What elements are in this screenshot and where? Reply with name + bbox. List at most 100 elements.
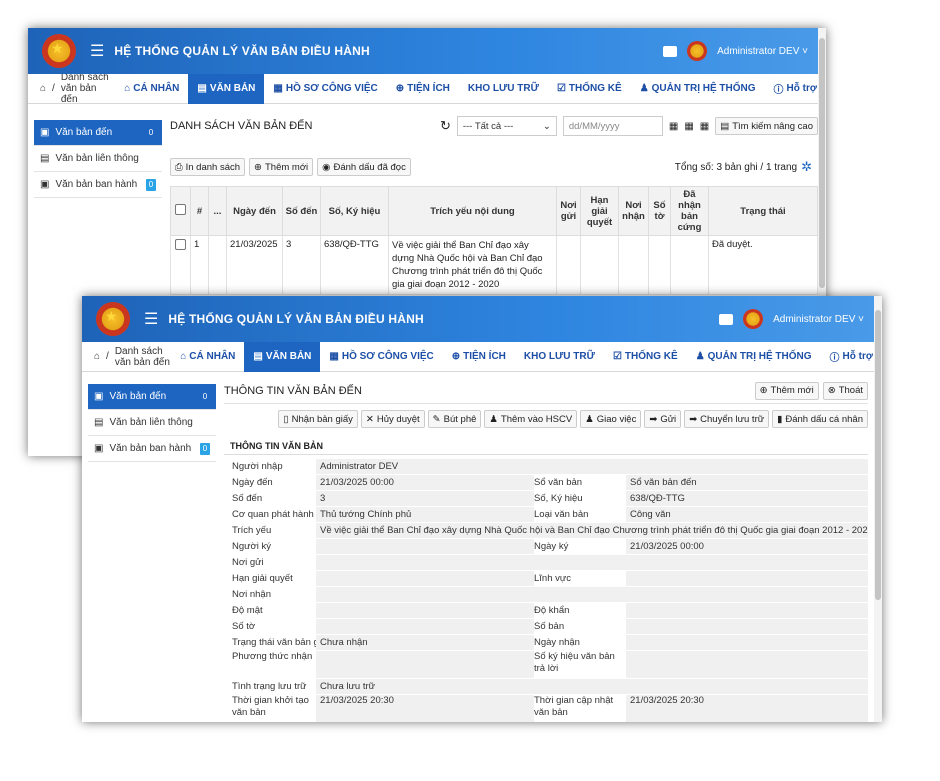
status-filter-select[interactable]: --- Tất cả --- ⌄ (456, 116, 557, 136)
badge-count: 0 (146, 179, 156, 191)
home-icon[interactable]: ⌂ (94, 351, 100, 362)
user-menu[interactable]: Administrator DEV ˅ (717, 46, 808, 57)
user-menu[interactable]: Administrator DEV ˅ (773, 314, 864, 325)
nav-ho-so-cong-viec[interactable]: ▦ HỒ SƠ CÔNG VIỆC (264, 74, 386, 104)
add-new-button[interactable]: ⊕ Thêm mới (249, 158, 314, 176)
row-trich-yeu[interactable]: Về việc giải thể Ban Chỉ đạo xây dựng Nh… (388, 235, 557, 295)
sidebar-item-van-ban-lien-thong[interactable]: ▤ Văn bản liên thông (88, 410, 216, 436)
table-row[interactable]: 1 21/03/2025 3 638/QĐ-TTG Về việc giải t… (170, 235, 818, 295)
col-trich-yeu[interactable]: Trích yếu nội dung (388, 186, 557, 236)
calendar-icon-2[interactable]: ▦ (684, 121, 693, 132)
nav-van-ban[interactable]: ▤ VĂN BẢN (244, 341, 321, 372)
field-value (316, 619, 534, 635)
home-icon[interactable]: ⌂ (40, 83, 46, 94)
info-row: Ngày đến 21/03/2025 00:00 Sổ văn bản Sổ văn… (224, 475, 868, 491)
nav-kho-luu-tru[interactable]: KHO LƯU TRỮ (459, 74, 548, 104)
nav-ca-nhan[interactable]: ⌂ CÁ NHÂN (171, 342, 244, 372)
field-label: Ngày nhận (534, 637, 580, 648)
move-archive-button[interactable]: ➡ Chuyển lưu trữ (684, 410, 770, 428)
nav-thong-ke[interactable]: ☑ THỐNG KÊ (548, 74, 631, 104)
row-status: Đã duyệt. (708, 235, 818, 295)
col-da-nhan-ban-cung[interactable]: Đã nhận bản cứng (670, 186, 709, 236)
col-ngay-den[interactable]: Ngày đến (226, 186, 283, 236)
receive-paper-button[interactable]: ▯ Nhận bản giấy (278, 410, 358, 428)
field-label: Hạn giải quyết (232, 573, 293, 584)
field-value (316, 603, 534, 619)
add-new-button[interactable]: ⊕ Thêm mới (754, 381, 819, 400)
avatar[interactable] (743, 309, 764, 329)
col-so-den[interactable]: Số đến (282, 186, 321, 236)
field-label: Ngày ký (534, 541, 569, 552)
date-input[interactable]: dd/MM/yyyy (562, 116, 663, 136)
assign-task-button[interactable]: ♟ Giao việc (580, 410, 642, 428)
document-icon: ▯ (283, 413, 289, 425)
calendar-icon-3[interactable]: ▦ (700, 121, 709, 132)
send-button[interactable]: ➡ Gửi (644, 410, 682, 428)
sidebar: ▣ Văn bản đến 0 ▤ Văn bản liên thông ▣ Văn b… (34, 120, 162, 198)
col-so-to[interactable]: Số tờ (648, 186, 671, 236)
avatar[interactable] (687, 41, 708, 61)
field-value: Về việc giải thể Ban Chỉ đạo xây dựng Nh… (316, 523, 868, 539)
col-so-ky-hieu[interactable]: Số, Ký hiệu (320, 186, 389, 236)
inbox-icon: ▣ (94, 391, 104, 402)
field-value: 21/03/2025 20:30 (316, 695, 534, 722)
sidebar-item-van-ban-lien-thong[interactable]: ▤ Văn bản liên thông (34, 146, 162, 172)
mark-read-button[interactable]: ◉ Đánh dấu đã đọc (317, 158, 411, 176)
badge-count: 0 (148, 128, 154, 137)
field-label: Số, Ký hiệu (534, 493, 583, 504)
field-label: Nơi nhận (232, 589, 271, 600)
breadcrumb-current[interactable]: Danh sách văn bản đến (61, 72, 115, 105)
settings-gear-icon[interactable]: ✲ (801, 159, 812, 175)
sidebar-item-van-ban-ban-hanh[interactable]: ▣ Văn bản ban hành 0 (34, 172, 162, 198)
advanced-search-button[interactable]: ▤ Tìm kiếm nâng cao (715, 117, 818, 135)
page-title: THÔNG TIN VĂN BẢN ĐẾN (224, 384, 362, 397)
nav-van-ban[interactable]: ▤ VĂN BẢN (188, 73, 265, 104)
hamburger-menu-icon[interactable]: ☰ (90, 41, 104, 61)
breadcrumb-current[interactable]: Danh sách văn bản đến (115, 346, 171, 368)
field-value: Administrator DEV (316, 459, 868, 475)
info-row: Nơi gửi (224, 555, 868, 571)
nav-kho-luu-tru[interactable]: KHO LƯU TRỮ (515, 342, 604, 372)
exit-button[interactable]: ⊗ Thoát (822, 381, 868, 400)
nav-quan-tri[interactable]: ♟ QUẢN TRỊ HỆ THỐNG (687, 342, 821, 372)
document-icon: ▤ (197, 83, 207, 94)
col-trang-thai[interactable]: Trạng thái (708, 186, 818, 236)
row-checkbox[interactable] (175, 239, 186, 250)
search-doc-icon: ▤ (720, 120, 730, 132)
user-icon: ♟ (585, 413, 594, 425)
nav-ca-nhan[interactable]: ⌂ CÁ NHÂN (115, 74, 188, 104)
field-value: Công văn (626, 507, 868, 523)
nav-ho-so-cong-viec[interactable]: ▦ HỒ SƠ CÔNG VIỆC (320, 342, 442, 372)
pen-note-button[interactable]: ✎ Bút phê (427, 410, 482, 428)
col-noi-gui[interactable]: Nơi gửi (556, 186, 581, 236)
col-noi-nhan[interactable]: Nơi nhận (618, 186, 649, 236)
sidebar-item-van-ban-ban-hanh[interactable]: ▣ Văn bản ban hành 0 (88, 436, 216, 462)
field-label: Nơi gửi (232, 557, 264, 568)
scrollbar[interactable] (874, 296, 882, 722)
outbox-icon: ▣ (94, 443, 104, 454)
col-han-giai-quyet[interactable]: Hạn giải quyết (580, 186, 619, 236)
field-value (316, 539, 534, 555)
field-label: Số tờ (232, 621, 256, 632)
chat-icon[interactable] (719, 313, 734, 325)
print-list-button[interactable]: ⎙ In danh sách (170, 158, 246, 176)
add-to-hscv-button[interactable]: ♟ Thêm vào HSCV (484, 410, 578, 428)
personal-mark-button[interactable]: ▮ Đánh dấu cá nhân (772, 410, 868, 428)
sidebar-item-van-ban-den[interactable]: ▣ Văn bản đến 0 (88, 384, 216, 410)
field-label: Trạng thái văn bản giấy (232, 637, 316, 648)
calendar-icon[interactable]: ▦ (669, 121, 678, 132)
nav-thong-ke[interactable]: ☑ THỐNG KÊ (604, 342, 687, 372)
nav-ho-tro[interactable]: ⓘ Hỗ trợ (821, 342, 882, 372)
row-ky-hieu[interactable]: 638/QĐ-TTG (320, 235, 389, 295)
nav-quan-tri[interactable]: ♟ QUẢN TRỊ HỆ THỐNG (631, 74, 765, 104)
select-all-checkbox[interactable] (175, 204, 186, 215)
field-value: 638/QĐ-TTG (626, 491, 868, 507)
hamburger-menu-icon[interactable]: ☰ (144, 309, 158, 329)
nav-ho-tro[interactable]: ⓘ Hỗ trợ (765, 74, 826, 104)
cancel-approve-button[interactable]: ✕ Hủy duyệt (360, 410, 425, 428)
chat-icon[interactable] (663, 45, 678, 57)
sidebar-item-van-ban-den[interactable]: ▣ Văn bản đến 0 (34, 120, 162, 146)
refresh-icon[interactable]: ↻ (440, 118, 451, 134)
nav-tien-ich[interactable]: ⊕ TIỆN ÍCH (443, 342, 515, 372)
nav-tien-ich[interactable]: ⊕ TIỆN ÍCH (387, 74, 459, 104)
